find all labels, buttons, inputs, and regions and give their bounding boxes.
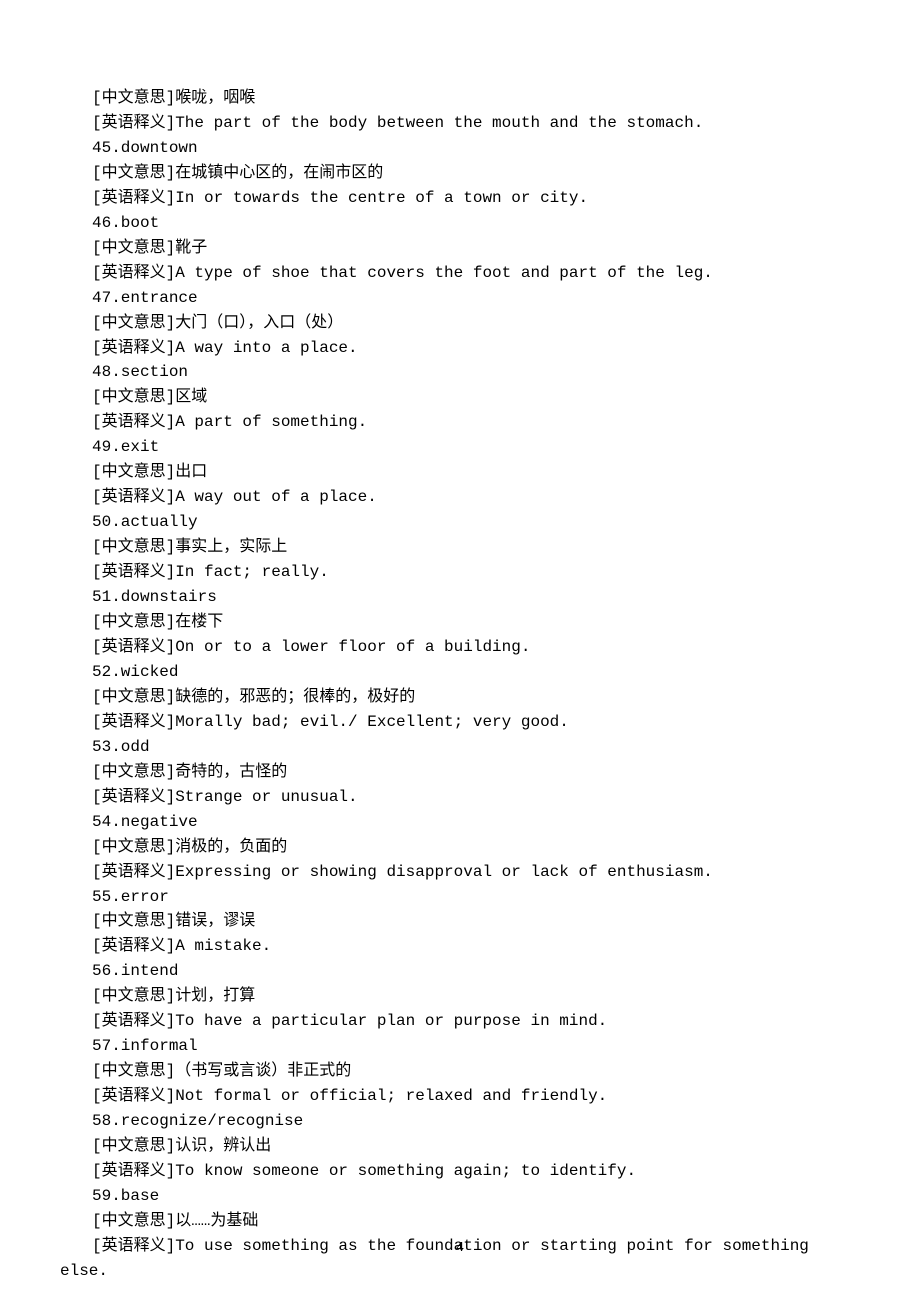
- text-line: 49.exit: [60, 435, 860, 460]
- text-line: [英语释义]A mistake.: [60, 934, 860, 959]
- text-line: [中文意思]在城镇中心区的，在闹市区的: [60, 161, 860, 186]
- text-line: 52.wicked: [60, 660, 860, 685]
- text-line: [英语释义]In fact; really.: [60, 560, 860, 585]
- text-line: 57.informal: [60, 1034, 860, 1059]
- text-line: [中文意思]事实上，实际上: [60, 535, 860, 560]
- text-line: 54.negative: [60, 810, 860, 835]
- text-line: 58.recognize/recognise: [60, 1109, 860, 1134]
- page-content: [中文意思]喉咙，咽喉[英语释义]The part of the body be…: [0, 0, 920, 1284]
- text-line: else.: [60, 1259, 860, 1284]
- text-line: [中文意思]以……为基础: [60, 1209, 860, 1234]
- text-line: [中文意思]奇特的，古怪的: [60, 760, 860, 785]
- text-line: [中文意思]靴子: [60, 236, 860, 261]
- text-line: [中文意思]缺德的，邪恶的；很棒的，极好的: [60, 685, 860, 710]
- text-line: [英语释义]A way out of a place.: [60, 485, 860, 510]
- text-line: [中文意思]出口: [60, 460, 860, 485]
- page-number: 4: [0, 1238, 920, 1260]
- text-line: [英语释义]To have a particular plan or purpo…: [60, 1009, 860, 1034]
- text-line: 47.entrance: [60, 286, 860, 311]
- text-line: [中文意思]（书写或言谈）非正式的: [60, 1059, 860, 1084]
- text-line: [英语释义]Morally bad; evil./ Excellent; ver…: [60, 710, 860, 735]
- text-line: [中文意思]消极的，负面的: [60, 835, 860, 860]
- text-line: [英语释义]The part of the body between the m…: [60, 111, 860, 136]
- text-line: [中文意思]错误，谬误: [60, 909, 860, 934]
- text-line: [中文意思]喉咙，咽喉: [60, 86, 860, 111]
- text-line: 45.downtown: [60, 136, 860, 161]
- text-line: 53.odd: [60, 735, 860, 760]
- text-line: 51.downstairs: [60, 585, 860, 610]
- text-line: [英语释义]Expressing or showing disapproval …: [60, 860, 860, 885]
- text-line: [英语释义]A type of shoe that covers the foo…: [60, 261, 860, 286]
- text-line: [中文意思]大门（口），入口（处）: [60, 311, 860, 336]
- text-line: [英语释义]Not formal or official; relaxed an…: [60, 1084, 860, 1109]
- text-line: [英语释义]A way into a place.: [60, 336, 860, 361]
- text-line: 50.actually: [60, 510, 860, 535]
- text-line: [英语释义]A part of something.: [60, 410, 860, 435]
- text-line: [英语释义]In or towards the centre of a town…: [60, 186, 860, 211]
- text-line: [英语释义]Strange or unusual.: [60, 785, 860, 810]
- text-line: [中文意思]在楼下: [60, 610, 860, 635]
- text-line: [中文意思]计划，打算: [60, 984, 860, 1009]
- text-line: 59.base: [60, 1184, 860, 1209]
- text-line: 56.intend: [60, 959, 860, 984]
- text-line: [英语释义]To know someone or something again…: [60, 1159, 860, 1184]
- text-line: 46.boot: [60, 211, 860, 236]
- text-line: [英语释义]On or to a lower floor of a buildi…: [60, 635, 860, 660]
- text-line: [中文意思]认识，辨认出: [60, 1134, 860, 1159]
- text-line: [中文意思]区域: [60, 385, 860, 410]
- text-line: 55.error: [60, 885, 860, 910]
- text-line: 48.section: [60, 360, 860, 385]
